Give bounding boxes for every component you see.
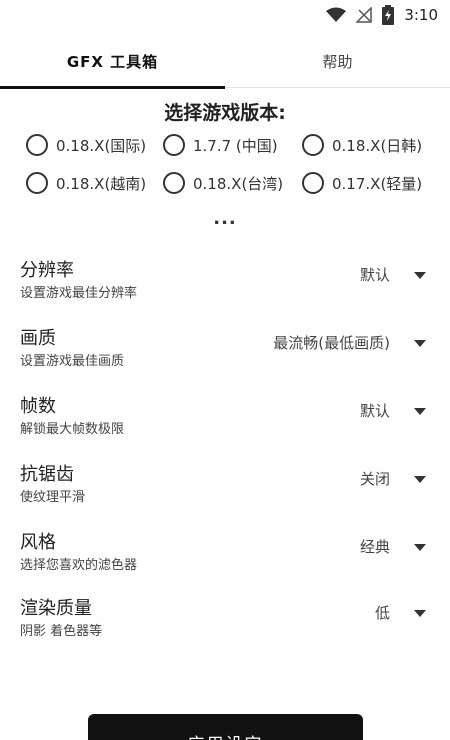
setting-value[interactable]: 默认 bbox=[360, 400, 390, 421]
radio-button[interactable] bbox=[302, 134, 324, 156]
setting-description: 设置游戏最佳画质 bbox=[20, 354, 125, 369]
version-option-lite[interactable]: 0.17.X(轻量) bbox=[302, 168, 422, 198]
version-section-title: 选择游戏版本: bbox=[164, 102, 286, 124]
wifi-icon bbox=[326, 7, 347, 23]
battery-charging-icon bbox=[382, 5, 395, 25]
version-option-label: 0.17.X(轻量) bbox=[332, 174, 423, 193]
version-option-jpkr[interactable]: 0.18.X(日韩) bbox=[302, 130, 422, 160]
radio-button[interactable] bbox=[26, 172, 48, 194]
setting-antialiasing[interactable]: 抗锯齿 使纹理平滑 关闭 bbox=[0, 454, 450, 514]
dropdown-arrow-icon[interactable] bbox=[414, 340, 426, 347]
version-radio-row-1: 0.18.X(国际) 1.7.7 (中国) 0.18.X(日韩) bbox=[0, 130, 450, 160]
radio-button[interactable] bbox=[163, 172, 185, 194]
version-option-label: 0.18.X(国际) bbox=[56, 136, 147, 155]
dropdown-arrow-icon[interactable] bbox=[414, 544, 426, 551]
setting-value[interactable]: 低 bbox=[375, 602, 390, 623]
setting-title: 帧数 bbox=[20, 396, 56, 417]
setting-value[interactable]: 最流畅(最低画质) bbox=[273, 332, 390, 353]
setting-title: 分辨率 bbox=[20, 260, 74, 281]
radio-button[interactable] bbox=[302, 172, 324, 194]
version-option-vietnam[interactable]: 0.18.X(越南) bbox=[26, 168, 146, 198]
setting-description: 设置游戏最佳分辨率 bbox=[20, 286, 138, 301]
dropdown-arrow-icon[interactable] bbox=[414, 272, 426, 279]
setting-resolution[interactable]: 分辨率 设置游戏最佳分辨率 默认 bbox=[0, 250, 450, 310]
setting-fps[interactable]: 帧数 解锁最大帧数极限 默认 bbox=[0, 386, 450, 446]
tab-gfx-toolbox[interactable]: GFX 工具箱 bbox=[0, 34, 225, 89]
version-option-intl[interactable]: 0.18.X(国际) bbox=[26, 130, 146, 160]
radio-button[interactable] bbox=[26, 134, 48, 156]
setting-value[interactable]: 经典 bbox=[360, 536, 390, 557]
setting-title: 风格 bbox=[20, 532, 56, 553]
tab-help[interactable]: 帮助 bbox=[225, 34, 450, 88]
setting-title: 抗锯齿 bbox=[20, 464, 74, 485]
setting-graphics[interactable]: 画质 设置游戏最佳画质 最流畅(最低画质) bbox=[0, 318, 450, 378]
setting-description: 选择您喜欢的滤色器 bbox=[20, 558, 138, 573]
version-option-label: 1.7.7 (中国) bbox=[193, 136, 278, 155]
setting-style[interactable]: 风格 选择您喜欢的滤色器 经典 bbox=[0, 522, 450, 582]
version-option-label: 0.18.X(越南) bbox=[56, 174, 147, 193]
apply-settings-button[interactable]: 应用设定 bbox=[88, 714, 363, 740]
status-bar: 3:10 bbox=[0, 0, 450, 30]
version-radio-row-2: 0.18.X(越南) 0.18.X(台湾) 0.17.X(轻量) bbox=[0, 168, 450, 198]
no-signal-icon bbox=[356, 7, 373, 23]
setting-value[interactable]: 关闭 bbox=[360, 468, 390, 489]
setting-description: 阴影 着色器等 bbox=[20, 624, 103, 639]
setting-value[interactable]: 默认 bbox=[360, 264, 390, 285]
dropdown-arrow-icon[interactable] bbox=[414, 610, 426, 617]
dropdown-arrow-icon[interactable] bbox=[414, 408, 426, 415]
version-option-label: 0.18.X(台湾) bbox=[193, 174, 284, 193]
more-options-icon[interactable]: ... bbox=[0, 208, 450, 229]
setting-render-quality[interactable]: 渲染质量 阴影 着色器等 低 bbox=[0, 588, 450, 648]
setting-description: 解锁最大帧数极限 bbox=[20, 422, 125, 437]
setting-title: 渲染质量 bbox=[20, 598, 92, 619]
radio-button[interactable] bbox=[163, 134, 185, 156]
version-option-china[interactable]: 1.7.7 (中国) bbox=[163, 130, 278, 160]
version-option-label: 0.18.X(日韩) bbox=[332, 136, 423, 155]
version-option-taiwan[interactable]: 0.18.X(台湾) bbox=[163, 168, 283, 198]
setting-title: 画质 bbox=[20, 328, 56, 349]
status-time: 3:10 bbox=[404, 6, 438, 24]
setting-description: 使纹理平滑 bbox=[20, 490, 86, 505]
tab-bar: GFX 工具箱 帮助 bbox=[0, 34, 450, 89]
dropdown-arrow-icon[interactable] bbox=[414, 476, 426, 483]
